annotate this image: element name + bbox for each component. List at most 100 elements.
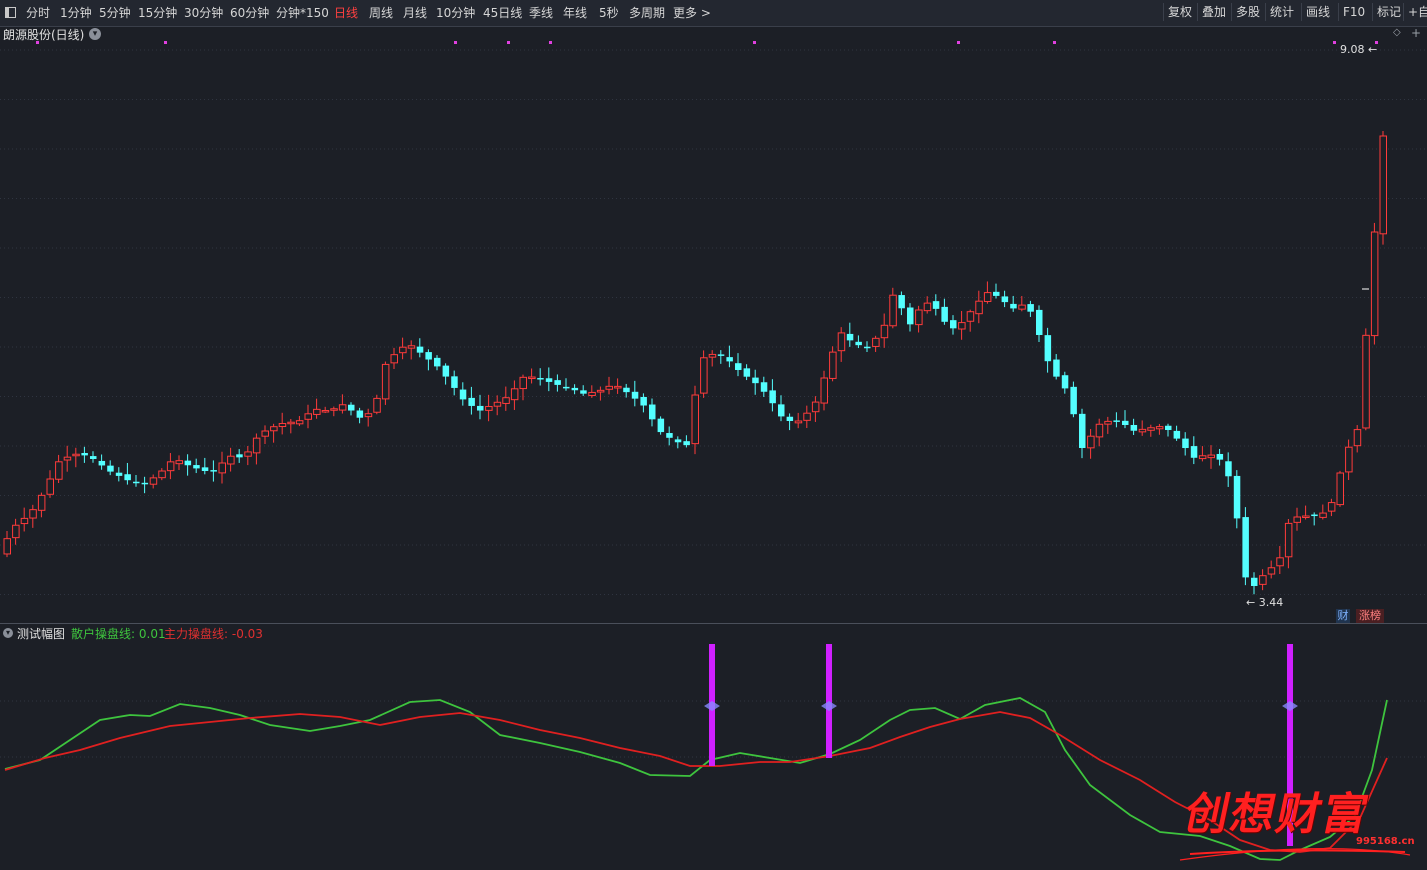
tool-button-5[interactable]: F10 (1338, 3, 1369, 21)
period-tab-8[interactable]: 周线 (369, 4, 393, 22)
candle-body-up (1267, 567, 1276, 575)
candle-body-up (72, 453, 80, 457)
period-tab-2[interactable]: 5分钟 (99, 4, 131, 22)
panel-toggle-icon[interactable] (5, 7, 16, 18)
candle-body-down (932, 301, 940, 309)
watermark-url: 995168.cn (1356, 836, 1415, 847)
candle-body-up (364, 413, 373, 418)
candle-body-down (133, 481, 140, 484)
period-tab-6[interactable]: 分钟*150 (276, 4, 329, 22)
period-tab-14[interactable]: 5秒 (599, 4, 619, 22)
candle-body-up (12, 524, 20, 539)
candle-body-up (175, 460, 183, 465)
candle-body-down (846, 333, 854, 341)
candle-body-up (304, 413, 312, 420)
period-tab-9[interactable]: 月线 (403, 4, 427, 22)
signal-marker (704, 701, 720, 711)
period-tab-0[interactable]: 分时 (26, 4, 50, 22)
candle-body-down (623, 387, 630, 393)
candle-body-down (950, 320, 957, 329)
main-force-line-label: 主力操盘线: (164, 627, 229, 641)
tool-button-0[interactable]: 复权 (1163, 3, 1196, 21)
candle-body-up (708, 353, 717, 358)
candle-body-down (640, 396, 647, 406)
candle-body-down (760, 382, 768, 392)
candle-body-up (975, 300, 983, 315)
candle-body-up (966, 311, 975, 322)
candle-body-up (20, 517, 29, 525)
limit-up-list-badge[interactable]: 涨榜 (1356, 609, 1384, 623)
candle-body-down (1182, 438, 1189, 449)
candle-body-down (107, 465, 114, 472)
candle-body-up (1198, 455, 1207, 460)
candle-body-up (381, 363, 390, 400)
main-force-line (4, 711, 1388, 853)
candle-body-up (1336, 472, 1344, 506)
candle-body-up (63, 456, 72, 461)
period-tab-12[interactable]: 季线 (529, 4, 553, 22)
candle-body-up (958, 322, 966, 330)
candle-body-up (1362, 334, 1370, 429)
signal-dot (164, 41, 167, 44)
candle-body-down (864, 346, 871, 349)
candle-body-down (1233, 475, 1241, 519)
candle-body-down (210, 470, 217, 472)
candle-body-up (313, 408, 321, 415)
candle-body-down (907, 307, 914, 325)
candle-body-down (425, 352, 432, 360)
signal-dot (36, 41, 39, 44)
candle-body-down (201, 467, 209, 471)
chevron-down-icon[interactable]: ▾ (3, 628, 13, 638)
candle-body-up (3, 538, 11, 555)
candle-body-down (442, 365, 450, 377)
period-tab-16[interactable]: 更多 > (673, 4, 711, 22)
candle-body-down (434, 357, 441, 367)
candle-body-down (124, 474, 131, 481)
tool-button-4[interactable]: 画线 (1301, 3, 1334, 21)
period-tab-4[interactable]: 30分钟 (184, 4, 223, 22)
candle-body-up (872, 337, 880, 347)
candle-body-down (1311, 514, 1318, 517)
candle-body-down (141, 482, 149, 485)
period-tab-3[interactable]: 15分钟 (138, 4, 177, 22)
finance-badge[interactable]: 财 (1336, 609, 1350, 623)
candle-body-up (1319, 512, 1327, 518)
candle-body-down (941, 306, 948, 322)
period-tab-5[interactable]: 60分钟 (230, 4, 269, 22)
candle-body-down (993, 291, 1000, 296)
candle-body-down (1036, 309, 1043, 335)
candle-body-up (528, 376, 536, 380)
candle-body-up (373, 397, 381, 413)
candlestick-chart[interactable]: 9.08 ← ← 3.44 (0, 26, 1427, 623)
candle-body-down (1079, 413, 1086, 448)
candle-body-up (837, 332, 846, 352)
signal-dot (753, 41, 756, 44)
tool-button-1[interactable]: 叠加 (1197, 3, 1230, 21)
candle-body-down (778, 404, 785, 417)
candle-body-down (537, 378, 544, 380)
candle-body-down (115, 472, 123, 476)
candle-body-up (1259, 575, 1267, 585)
candle-body-up (1345, 446, 1353, 473)
candle-body-down (1044, 335, 1052, 362)
period-tab-10[interactable]: 10分钟 (436, 4, 475, 22)
tool-button-7[interactable]: +自 (1403, 3, 1427, 21)
period-tab-1[interactable]: 1分钟 (60, 4, 92, 22)
candle-body-down (674, 439, 682, 443)
candle-body-down (1027, 304, 1034, 312)
tool-button-6[interactable]: 标记 (1372, 3, 1405, 21)
candle-body-up (1293, 516, 1301, 523)
period-tab-7[interactable]: 日线 (334, 4, 358, 22)
tool-button-3[interactable]: 统计 (1265, 3, 1298, 21)
candle-body-up (700, 357, 708, 394)
candle-body-up (915, 309, 923, 326)
pane-divider[interactable] (0, 623, 1427, 624)
period-tab-11[interactable]: 45日线 (483, 4, 522, 22)
period-tab-13[interactable]: 年线 (563, 4, 587, 22)
tool-button-2[interactable]: 多股 (1231, 3, 1264, 21)
candle-body-up (244, 451, 252, 457)
signal-dot (1053, 41, 1056, 44)
candle-body-down (657, 418, 665, 433)
period-tab-15[interactable]: 多周期 (629, 4, 665, 22)
signal-dot (1333, 41, 1336, 44)
